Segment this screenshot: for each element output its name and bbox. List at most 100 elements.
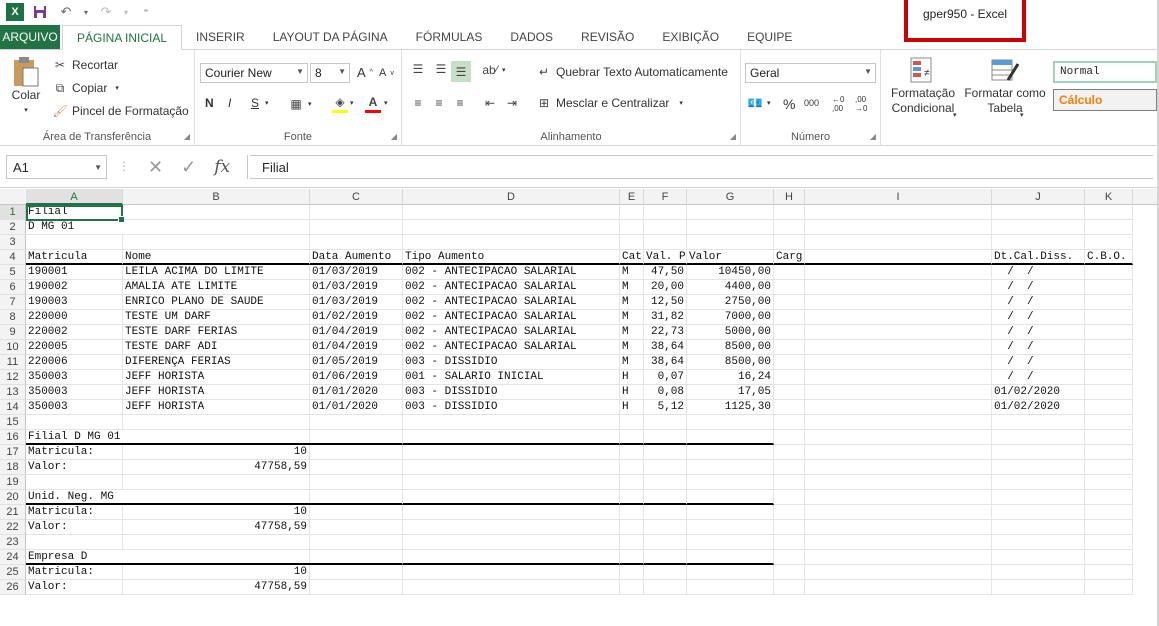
number-format-select[interactable]: Geral ▼ <box>745 63 876 83</box>
style-calculo[interactable]: Cálculo <box>1053 89 1157 111</box>
cell-k4[interactable]: C.B.O. <box>1085 250 1133 265</box>
cell-j11[interactable]: / / <box>992 355 1085 370</box>
cell-i3[interactable] <box>805 235 992 250</box>
cell-a16[interactable]: Filial D MG 01 <box>26 430 326 445</box>
cell-j10[interactable]: / / <box>992 340 1085 355</box>
cell-a15[interactable] <box>26 415 123 430</box>
cell-h3[interactable] <box>774 235 805 250</box>
cell-d8[interactable]: 002 - ANTECIPACAO SALARIAL <box>403 310 620 325</box>
cell-j24[interactable] <box>992 550 1085 565</box>
cell-j13[interactable]: 01/02/2020 <box>992 385 1085 400</box>
cell-a5[interactable]: 190001 <box>26 265 123 280</box>
cell-f16[interactable] <box>644 430 687 445</box>
cell-i17[interactable] <box>805 445 992 460</box>
cell-e9[interactable]: M <box>620 325 644 340</box>
cell-b12[interactable]: JEFF HORISTA <box>123 370 310 385</box>
cell-g18[interactable] <box>687 460 774 475</box>
cell-e25[interactable] <box>620 565 644 580</box>
tab-revisao[interactable]: REVISÃO <box>567 25 648 49</box>
cell-g24[interactable] <box>687 550 774 565</box>
cell-h1[interactable] <box>774 205 805 220</box>
cell-c23[interactable] <box>310 535 403 550</box>
cell-j3[interactable] <box>992 235 1085 250</box>
cell-k13[interactable] <box>1085 385 1133 400</box>
cell-d4[interactable]: Tipo Aumento <box>403 250 620 265</box>
cell-e10[interactable]: M <box>620 340 644 355</box>
cell-j16[interactable] <box>992 430 1085 445</box>
thousands-button[interactable]: 000 <box>804 98 819 108</box>
cell-k5[interactable] <box>1085 265 1133 280</box>
cell-h10[interactable] <box>774 340 805 355</box>
cell-b25[interactable]: 10 <box>123 565 310 580</box>
cell-e13[interactable]: H <box>620 385 644 400</box>
cell-d18[interactable] <box>403 460 620 475</box>
chevron-down-icon[interactable]: ▾ <box>350 99 354 107</box>
cell-c15[interactable] <box>310 415 403 430</box>
cell-g20[interactable] <box>687 490 774 505</box>
column-header-e[interactable]: E <box>620 189 644 205</box>
cell-a23[interactable] <box>26 535 123 550</box>
cell-k14[interactable] <box>1085 400 1133 415</box>
cell-f22[interactable] <box>644 520 687 535</box>
cell-b3[interactable] <box>123 235 310 250</box>
cell-g9[interactable]: 5000,00 <box>687 325 774 340</box>
cell-j17[interactable] <box>992 445 1085 460</box>
cell-g8[interactable]: 7000,00 <box>687 310 774 325</box>
cell-k25[interactable] <box>1085 565 1133 580</box>
cell-i1[interactable] <box>805 205 992 220</box>
borders-button[interactable]: ▦ ▾ <box>288 96 311 112</box>
cell-j2[interactable] <box>992 220 1085 235</box>
cell-f7[interactable]: 12,50 <box>644 295 687 310</box>
cell-j18[interactable] <box>992 460 1085 475</box>
insert-function-icon[interactable]: fx <box>214 157 230 177</box>
cell-e16[interactable] <box>620 430 644 445</box>
cell-j1[interactable] <box>992 205 1085 220</box>
percent-button[interactable]: % <box>783 96 795 112</box>
chevron-down-icon[interactable]: ▾ <box>265 99 269 107</box>
align-right-button[interactable]: ≡ <box>452 95 468 111</box>
font-name-select[interactable]: Courier New ▼ <box>200 63 308 83</box>
cell-b11[interactable]: DIFERENÇA FERIAS <box>123 355 310 370</box>
cell-d3[interactable] <box>403 235 620 250</box>
cell-f4[interactable]: Val. P <box>644 250 687 265</box>
align-bottom-button[interactable]: ☰ <box>451 61 471 82</box>
cell-b10[interactable]: TESTE DARF ADI <box>123 340 310 355</box>
cell-d17[interactable] <box>403 445 620 460</box>
cell-g13[interactable]: 17,05 <box>687 385 774 400</box>
row-header[interactable]: 6 <box>0 280 26 295</box>
cell-k24[interactable] <box>1085 550 1133 565</box>
cell-g17[interactable] <box>687 445 774 460</box>
cell-a22[interactable]: Valor: <box>26 520 123 535</box>
cell-g6[interactable]: 4400,00 <box>687 280 774 295</box>
cell-a10[interactable]: 220005 <box>26 340 123 355</box>
tab-equipe[interactable]: EQUIPE <box>733 25 806 49</box>
cell-e7[interactable]: M <box>620 295 644 310</box>
cell-g5[interactable]: 10450,00 <box>687 265 774 280</box>
cell-a19[interactable] <box>26 475 123 490</box>
cell-c9[interactable]: 01/04/2019 <box>310 325 403 340</box>
cell-h26[interactable] <box>774 580 805 595</box>
style-normal[interactable]: Normal <box>1053 61 1157 83</box>
cell-h7[interactable] <box>774 295 805 310</box>
cell-k17[interactable] <box>1085 445 1133 460</box>
cell-h17[interactable] <box>774 445 805 460</box>
tab-inserir[interactable]: INSERIR <box>182 25 259 49</box>
row-header[interactable]: 7 <box>0 295 26 310</box>
cell-j15[interactable] <box>992 415 1085 430</box>
cell-i20[interactable] <box>805 490 992 505</box>
cell-e4[interactable]: Cat <box>620 250 644 265</box>
cell-d12[interactable]: 001 - SALARIO INICIAL <box>403 370 620 385</box>
cell-d9[interactable]: 002 - ANTECIPACAO SALARIAL <box>403 325 620 340</box>
cell-i23[interactable] <box>805 535 992 550</box>
format-painter-button[interactable]: 🖌 Pincel de Formatação <box>52 103 188 119</box>
cell-f17[interactable] <box>644 445 687 460</box>
row-header[interactable]: 1 <box>0 205 26 220</box>
cell-k12[interactable] <box>1085 370 1133 385</box>
tab-arquivo[interactable]: ARQUIVO <box>0 25 60 49</box>
cell-i5[interactable] <box>805 265 992 280</box>
cell-i25[interactable] <box>805 565 992 580</box>
cell-k10[interactable] <box>1085 340 1133 355</box>
cell-g7[interactable]: 2750,00 <box>687 295 774 310</box>
cell-d26[interactable] <box>403 580 620 595</box>
cell-e17[interactable] <box>620 445 644 460</box>
